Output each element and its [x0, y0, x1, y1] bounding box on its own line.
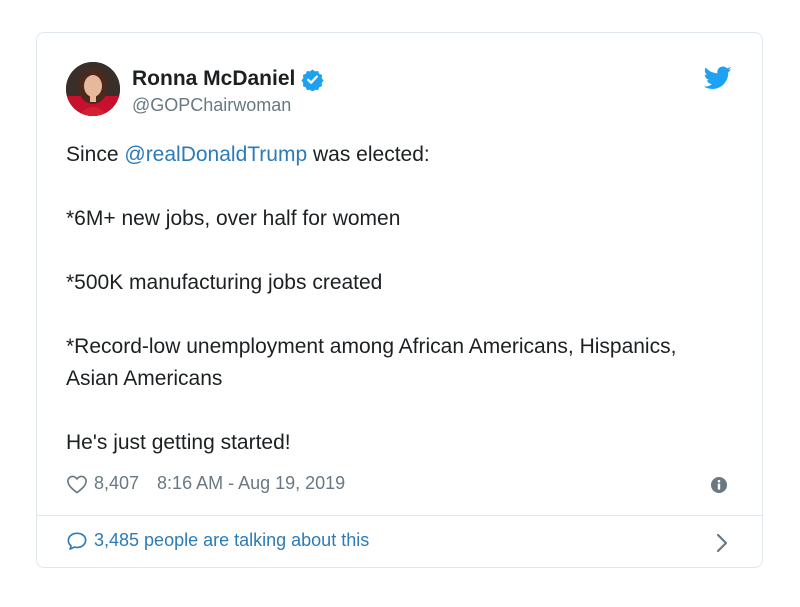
conversation-link[interactable]: 3,485 people are talking about this — [66, 530, 369, 551]
tweet-line-4: *Record-low unemployment among African A… — [66, 335, 677, 390]
verified-badge-icon — [301, 68, 324, 91]
tweet-text-prefix: Since — [66, 143, 125, 166]
tweet-line-3: *500K manufacturing jobs created — [66, 271, 383, 294]
info-icon[interactable] — [710, 476, 728, 494]
tweet-line-1: Since @realDonaldTrump was elected: — [66, 139, 706, 171]
divider — [37, 515, 762, 516]
chevron-right-icon[interactable] — [716, 533, 728, 553]
speech-bubble-icon — [67, 531, 87, 550]
tweet-meta: 8,407 8:16 AM - Aug 19, 2019 — [66, 473, 345, 494]
avatar[interactable] — [66, 62, 120, 116]
tweet-line-5: He's just getting started! — [66, 431, 291, 454]
twitter-bird-icon[interactable] — [704, 66, 732, 90]
conversation-count: 3,485 people are talking about this — [94, 530, 370, 550]
mention-link[interactable]: @realDonaldTrump — [124, 143, 307, 166]
display-name-text: Ronna McDaniel — [132, 67, 296, 90]
like-count[interactable]: 8,407 — [94, 473, 139, 494]
user-handle[interactable]: @GOPChairwoman — [132, 95, 291, 116]
tweet-card: Ronna McDaniel @GOPChairwoman Since @rea… — [36, 32, 763, 568]
heart-icon[interactable] — [66, 474, 88, 494]
tweet-line-2: *6M+ new jobs, over half for women — [66, 207, 401, 230]
tweet-text: Since @realDonaldTrump was elected: *6M+… — [66, 139, 706, 491]
tweet-text-suffix: was elected: — [307, 143, 430, 166]
display-name[interactable]: Ronna McDaniel — [132, 67, 324, 91]
timestamp[interactable]: 8:16 AM - Aug 19, 2019 — [157, 473, 345, 494]
